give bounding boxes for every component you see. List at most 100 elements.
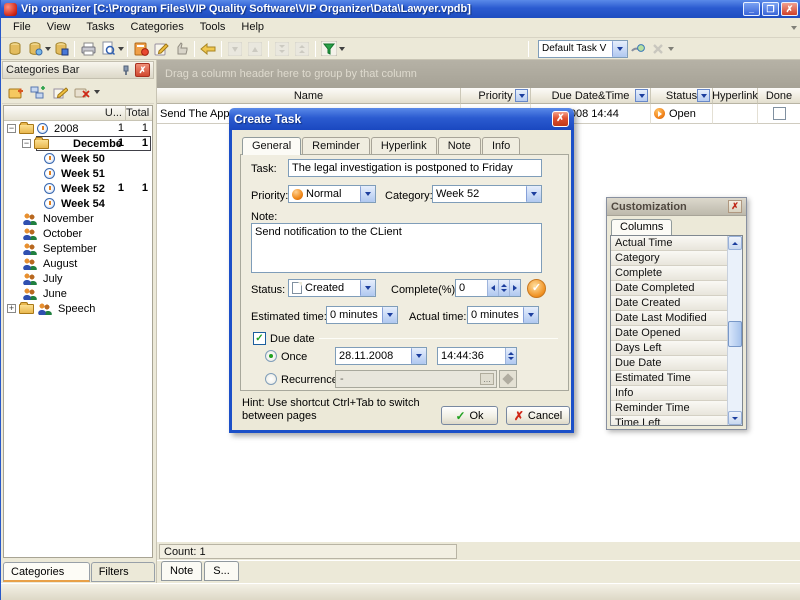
scroll-thumb[interactable] (728, 321, 742, 347)
complete-spinner[interactable]: 0 (455, 279, 521, 297)
filter-dropdown-icon[interactable] (339, 47, 345, 51)
once-time-spinner[interactable]: 14:44:36 (437, 347, 517, 365)
tree-item-september[interactable]: September (4, 241, 152, 256)
filter-button[interactable] (319, 39, 339, 58)
tree-item-october[interactable]: October (4, 226, 152, 241)
task-input[interactable] (288, 159, 542, 177)
customization-titlebar[interactable]: Customization ✗ (607, 198, 746, 216)
print-button[interactable] (78, 39, 98, 58)
once-radio[interactable] (265, 350, 277, 362)
tree-item-november[interactable]: November (4, 211, 152, 226)
move-top-button[interactable] (292, 39, 312, 58)
move-down-button[interactable] (225, 39, 245, 58)
spin-left-button[interactable] (487, 280, 498, 296)
tab-s[interactable]: S... (204, 561, 239, 581)
priority-filter-button[interactable] (515, 89, 528, 102)
assign-task-button[interactable] (171, 39, 191, 58)
collapse-icon[interactable] (22, 139, 31, 148)
column-header-hyperlink[interactable]: Hyperlink (713, 88, 758, 104)
category-dropdown-button[interactable] (526, 186, 541, 202)
tab-filters-bar[interactable]: Filters Bar (91, 562, 155, 582)
spin-updown-button[interactable] (498, 280, 509, 296)
status-filter-button[interactable] (697, 89, 710, 102)
print-preview-button[interactable] (98, 39, 118, 58)
column-item-due-date[interactable]: Due Date (611, 356, 727, 371)
menu-categories[interactable]: Categories (123, 18, 192, 37)
due-date-checkbox[interactable]: ✓ (253, 332, 266, 345)
clear-view-button[interactable] (648, 39, 668, 58)
priority-combo[interactable]: Normal (288, 185, 376, 203)
due-filter-button[interactable] (635, 89, 648, 102)
time-updown-button[interactable] (505, 348, 516, 364)
edit-task-button[interactable] (151, 39, 171, 58)
column-item-info[interactable]: Info (611, 386, 727, 401)
actual-combo[interactable]: 0 minutes (467, 306, 539, 324)
column-item-date-completed[interactable]: Date Completed (611, 281, 727, 296)
menu-overflow-icon[interactable] (791, 26, 797, 30)
recurrence-pattern-button[interactable] (499, 370, 517, 388)
complete-done-button[interactable]: ✓ (527, 279, 546, 298)
column-header-done[interactable]: Done (758, 88, 800, 104)
tab-note[interactable]: Note (438, 137, 481, 154)
delete-category-button[interactable] (72, 83, 92, 102)
status-combo[interactable]: Created (288, 279, 376, 297)
open-database-button[interactable] (25, 39, 45, 58)
columns-scrollbar[interactable] (727, 236, 742, 425)
column-item-time-left[interactable]: Time Left (611, 416, 727, 425)
tab-general[interactable]: General (242, 137, 301, 155)
column-header-status[interactable]: Status (651, 88, 713, 104)
column-item-days-left[interactable]: Days Left (611, 341, 727, 356)
tree-item-week50[interactable]: Week 50 (4, 151, 152, 166)
cancel-button[interactable]: ✗ Cancel (506, 406, 570, 425)
column-header-name[interactable]: Name (157, 88, 461, 104)
actual-dropdown-button[interactable] (523, 307, 538, 323)
recurrence-browse-button[interactable]: ... (480, 373, 494, 385)
task-view-dropdown-button[interactable] (612, 41, 627, 57)
add-subcategory-button[interactable] (28, 83, 48, 102)
move-up-button[interactable] (245, 39, 265, 58)
dialog-titlebar[interactable]: Create Task ✗ (229, 108, 574, 130)
dialog-close-button[interactable]: ✗ (552, 111, 569, 127)
move-bottom-button[interactable] (272, 39, 292, 58)
scroll-up-button[interactable] (728, 236, 742, 250)
collapse-icon[interactable] (7, 124, 16, 133)
minimize-button[interactable]: _ (743, 2, 760, 16)
tree-item-june[interactable]: June (4, 286, 152, 301)
spin-right-button[interactable] (509, 280, 520, 296)
tab-columns[interactable]: Columns (611, 219, 672, 235)
column-unread[interactable]: U... (100, 106, 126, 120)
note-textarea[interactable]: Send notification to the CLient (251, 223, 542, 273)
save-database-button[interactable] (51, 39, 71, 58)
tab-reminder[interactable]: Reminder (302, 137, 370, 154)
tree-item-2008[interactable]: 2008 1 1 (4, 121, 152, 136)
menu-file[interactable]: File (5, 18, 39, 37)
restore-button[interactable]: ❐ (762, 2, 779, 16)
column-item-estimated-time[interactable]: Estimated Time (611, 371, 727, 386)
expand-icon[interactable] (7, 304, 16, 313)
menu-view[interactable]: View (39, 18, 79, 37)
tab-info[interactable]: Info (482, 137, 520, 154)
tree-item-speech[interactable]: Speech (4, 301, 152, 316)
column-total[interactable]: Total (126, 106, 152, 120)
tab-categories-bar[interactable]: Categories Bar (3, 562, 90, 582)
apply-view-button[interactable] (628, 39, 648, 58)
column-item-complete[interactable]: Complete (611, 266, 727, 281)
column-item-category[interactable]: Category (611, 251, 727, 266)
tree-item-july[interactable]: July (4, 271, 152, 286)
status-dropdown-button[interactable] (360, 280, 375, 296)
complete-task-button[interactable] (198, 39, 218, 58)
sidebar-toolbar-dropdown-icon[interactable] (94, 90, 100, 94)
priority-dropdown-button[interactable] (360, 186, 375, 202)
group-by-bar[interactable]: Drag a column header here to group by th… (157, 60, 800, 88)
column-header-due[interactable]: Due Date&Time (531, 88, 651, 104)
column-item-reminder-time[interactable]: Reminder Time (611, 401, 727, 416)
column-item-actual-time[interactable]: Actual Time (611, 236, 727, 251)
done-checkbox[interactable] (773, 107, 786, 120)
column-item-date-opened[interactable]: Date Opened (611, 326, 727, 341)
close-button[interactable]: ✗ (781, 2, 798, 16)
tree-item-week54[interactable]: Week 54 (4, 196, 152, 211)
category-combo[interactable]: Week 52 (432, 185, 542, 203)
print-dropdown-icon[interactable] (118, 47, 124, 51)
tree-item-december[interactable]: Decembe 1 1 (4, 136, 152, 151)
new-database-button[interactable] (5, 39, 25, 58)
